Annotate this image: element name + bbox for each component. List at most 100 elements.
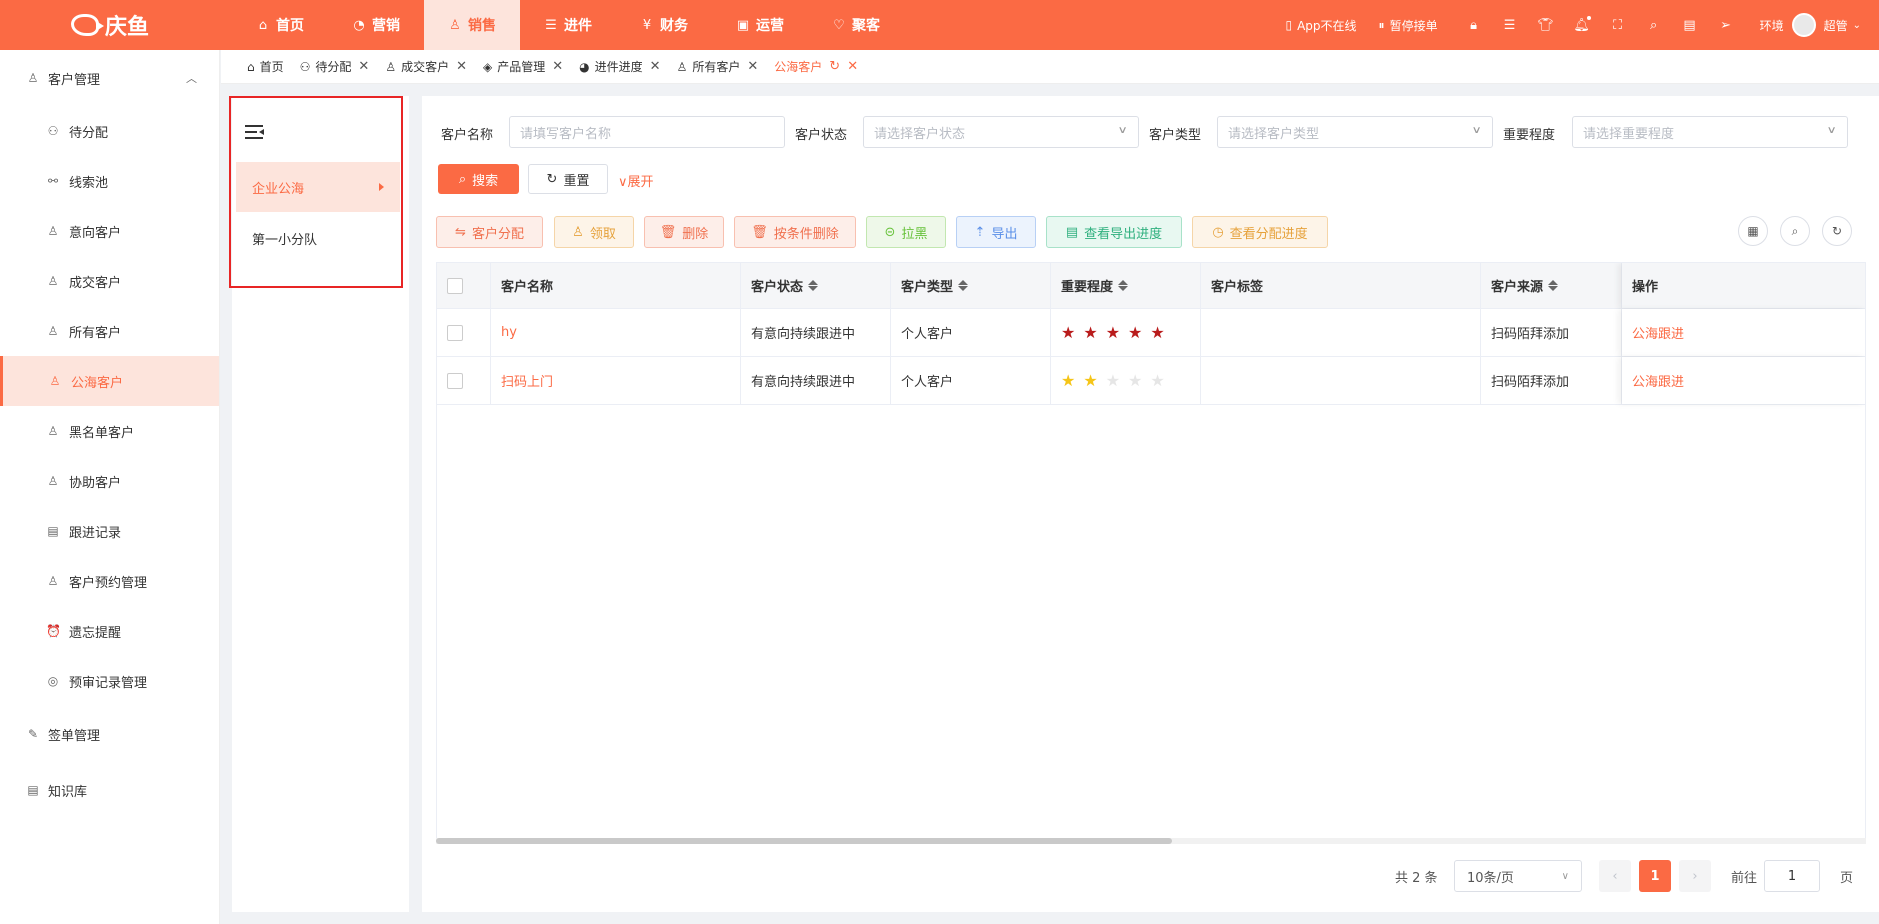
- customer-type-select[interactable]: 请选择客户类型 ∨: [1217, 116, 1493, 148]
- sort-icon[interactable]: [958, 280, 969, 291]
- app-status-button[interactable]: ▯ App不在线: [1285, 17, 1356, 34]
- col-level[interactable]: 重要程度: [1051, 263, 1201, 308]
- group-item-team1[interactable]: 第一小分队: [236, 213, 400, 263]
- col-type[interactable]: 客户类型: [891, 263, 1051, 308]
- select-all-checkbox[interactable]: [447, 277, 463, 294]
- star-icon[interactable]: ★: [1061, 371, 1075, 390]
- sidebar-item-11[interactable]: ◎ 预审记录管理: [0, 656, 219, 706]
- close-icon[interactable]: ✕: [847, 59, 858, 74]
- star-icon[interactable]: ★: [1128, 371, 1142, 390]
- sidebar-group-knowledge[interactable]: ▤ 知识库: [0, 762, 219, 818]
- app-logo[interactable]: 庆鱼: [0, 0, 220, 50]
- next-page-button[interactable]: ›: [1679, 860, 1711, 892]
- row-checkbox[interactable]: [447, 372, 463, 389]
- sidebar-group-contract[interactable]: ✎ 签单管理: [0, 706, 219, 762]
- page-1-button[interactable]: 1: [1639, 860, 1671, 892]
- close-icon[interactable]: ✕: [747, 59, 758, 74]
- close-icon[interactable]: ✕: [552, 59, 563, 74]
- claim-button[interactable]: ♙ 领取: [554, 216, 634, 248]
- search-menu-icon[interactable]: ☰: [1502, 17, 1518, 33]
- fullscreen-icon[interactable]: ⛶: [1610, 17, 1626, 33]
- user-menu[interactable]: 超管 ⌄: [1824, 17, 1861, 34]
- scrollbar-thumb[interactable]: [436, 838, 1172, 844]
- star-icon[interactable]: ★: [1106, 371, 1120, 390]
- sort-icon[interactable]: [808, 280, 819, 291]
- star-icon[interactable]: ★: [1083, 371, 1097, 390]
- horizontal-scrollbar[interactable]: [436, 838, 1866, 844]
- sidebar-item-0[interactable]: ⚇ 待分配: [0, 106, 219, 156]
- topnav-item-4[interactable]: ¥ 财务: [616, 0, 712, 50]
- sidebar-item-4[interactable]: ♙ 所有客户: [0, 306, 219, 356]
- assign-customer-button[interactable]: ⇋ 客户分配: [436, 216, 543, 248]
- sidebar-item-7[interactable]: ♙ 协助客户: [0, 456, 219, 506]
- importance-select[interactable]: 请选择重要程度 ∨: [1572, 116, 1848, 148]
- shirt-icon[interactable]: 👕︎: [1537, 17, 1554, 33]
- conditional-delete-button[interactable]: 🗑︎ 按条件删除: [734, 216, 856, 248]
- sidebar-item-5[interactable]: ♙ 公海客户: [0, 356, 219, 406]
- topnav-item-3[interactable]: ☰ 进件: [520, 0, 616, 50]
- collapse-menu-icon[interactable]: [245, 124, 265, 140]
- row-checkbox[interactable]: [447, 324, 463, 341]
- briefcase-icon[interactable]: ▤: [1682, 17, 1698, 33]
- export-button[interactable]: ⇡ 导出: [956, 216, 1036, 248]
- sidebar-item-2[interactable]: ♙ 意向客户: [0, 206, 219, 256]
- delete-button[interactable]: 🗑︎ 删除: [644, 216, 724, 248]
- sidebar-item-8[interactable]: ▤ 跟进记录: [0, 506, 219, 556]
- search-icon[interactable]: ⌕: [1780, 216, 1810, 246]
- customer-name-link[interactable]: 扫码上门: [501, 371, 553, 390]
- sidebar-item-1[interactable]: ⚯ 线索池: [0, 156, 219, 206]
- customer-status-select[interactable]: 请选择客户状态 ∨: [863, 116, 1139, 148]
- close-icon[interactable]: ✕: [358, 59, 369, 74]
- blacklist-button[interactable]: ⊝ 拉黑: [866, 216, 946, 248]
- star-icon[interactable]: ★: [1083, 323, 1097, 342]
- star-icon[interactable]: ★: [1150, 323, 1164, 342]
- env-button[interactable]: 环境: [1760, 17, 1784, 34]
- customer-name-link[interactable]: hy: [501, 325, 517, 340]
- search-icon[interactable]: ⌕: [1646, 17, 1662, 33]
- star-icon[interactable]: ★: [1106, 323, 1120, 342]
- send-icon[interactable]: ➢: [1718, 17, 1734, 33]
- tab-2[interactable]: ♙ 成交客户 ✕: [385, 58, 467, 75]
- grid-icon[interactable]: ▦: [1738, 216, 1768, 246]
- assign-progress-button[interactable]: ◷ 查看分配进度: [1192, 216, 1328, 248]
- sidebar-item-6[interactable]: ♙ 黑名单客户: [0, 406, 219, 456]
- tab-0[interactable]: ⌂ 首页: [247, 58, 284, 75]
- refresh-icon[interactable]: ↻: [1822, 216, 1852, 246]
- sidebar-item-3[interactable]: ♙ 成交客户: [0, 256, 219, 306]
- tab-5[interactable]: ♙ 所有客户 ✕: [677, 58, 759, 75]
- star-icon[interactable]: ★: [1128, 323, 1142, 342]
- topnav-item-1[interactable]: ◔ 营销: [328, 0, 424, 50]
- topnav-item-0[interactable]: ⌂ 首页: [232, 0, 328, 50]
- sort-icon[interactable]: [1118, 280, 1129, 291]
- close-icon[interactable]: ✕: [650, 59, 661, 74]
- bell-icon[interactable]: 🔔︎: [1573, 15, 1592, 33]
- tab-1[interactable]: ⚇ 待分配 ✕: [300, 58, 370, 75]
- sort-icon[interactable]: [1548, 280, 1559, 291]
- expand-filters-link[interactable]: ∨展开: [618, 171, 654, 190]
- page-size-select[interactable]: 10条/页 ∨: [1454, 860, 1582, 892]
- topnav-item-6[interactable]: ♡ 聚客: [808, 0, 904, 50]
- topnav-item-5[interactable]: ▣ 运营: [712, 0, 808, 50]
- refresh-icon[interactable]: ↻: [829, 59, 840, 74]
- star-icon[interactable]: ★: [1150, 371, 1164, 390]
- sidebar-item-9[interactable]: ♙ 客户预约管理: [0, 556, 219, 606]
- col-source[interactable]: 客户来源: [1481, 263, 1622, 308]
- sidebar-group-customer[interactable]: ♙ 客户管理 ︿: [0, 50, 219, 106]
- goto-page-input[interactable]: 1: [1764, 860, 1820, 892]
- search-button[interactable]: ⌕ 搜索: [438, 164, 519, 194]
- sea-follow-link[interactable]: 公海跟进: [1632, 323, 1684, 342]
- export-progress-button[interactable]: ▤ 查看导出进度: [1046, 216, 1182, 248]
- tab-3[interactable]: ◈ 产品管理 ✕: [483, 58, 563, 75]
- sidebar-item-10[interactable]: ⏰ 遗忘提醒: [0, 606, 219, 656]
- col-status[interactable]: 客户状态: [741, 263, 891, 308]
- pause-orders-button[interactable]: ⏸ 暂停接单: [1379, 17, 1438, 34]
- sea-follow-link[interactable]: 公海跟进: [1632, 371, 1684, 390]
- prev-page-button[interactable]: ‹: [1599, 860, 1631, 892]
- tab-4[interactable]: ◕ 进件进度 ✕: [579, 58, 660, 75]
- close-icon[interactable]: ✕: [456, 59, 467, 74]
- group-item-enterprise[interactable]: 企业公海: [236, 162, 400, 212]
- avatar[interactable]: [1791, 13, 1816, 37]
- lock-icon[interactable]: 🔒︎: [1466, 17, 1482, 33]
- reset-button[interactable]: ↻ 重置: [528, 164, 608, 194]
- topnav-item-2[interactable]: ♙ 销售: [424, 0, 520, 50]
